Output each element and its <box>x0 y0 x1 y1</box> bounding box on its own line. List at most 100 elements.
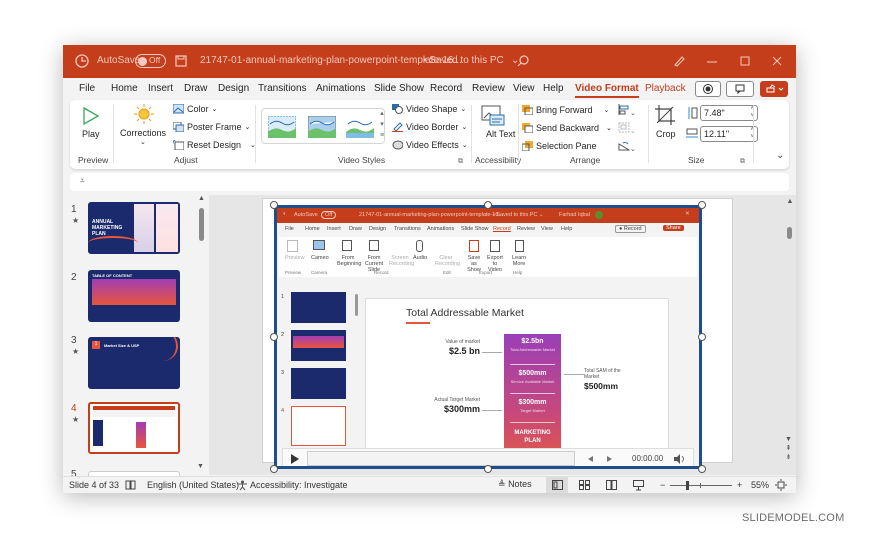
slide-nav-icons[interactable]: ▼ ⇞ ⇟ <box>785 435 792 462</box>
video-border-button[interactable]: Video Border ⌄ <box>392 122 467 132</box>
gallery-down-icon[interactable]: ▾ <box>378 119 386 130</box>
save-status[interactable]: • Saved to this PC <box>423 55 504 66</box>
share-button[interactable] <box>760 81 788 97</box>
maximize-icon[interactable] <box>740 56 750 66</box>
pen-icon[interactable] <box>673 55 685 67</box>
video-border-label: Video Border <box>406 122 459 132</box>
resize-handle[interactable] <box>484 465 492 473</box>
scroll-thumb[interactable] <box>787 227 792 239</box>
send-backward-button[interactable]: Send Backward ⌄ <box>522 123 612 133</box>
embedded-video-object[interactable]: ◐ AutoSave Off 21747-01-annual-marketing… <box>274 205 702 469</box>
tab-file[interactable]: File <box>79 83 95 94</box>
tab-help[interactable]: Help <box>543 83 564 94</box>
dialog-launcher-icon[interactable]: ⧉ <box>458 158 463 166</box>
tab-transitions[interactable]: Transitions <box>258 83 307 94</box>
resize-handle[interactable] <box>484 201 492 209</box>
tab-video-format[interactable]: Video Format <box>575 83 639 98</box>
alt-text-button[interactable]: Alt Text <box>480 105 515 151</box>
zoom-slider[interactable] <box>670 481 732 490</box>
shape-width-input[interactable]: 12.11"˄˅ <box>700 126 758 142</box>
slide-thumbnails-pane: 1 ★ ANNUAL MARKETING PLAN 2 TABLE OF CON… <box>63 195 209 493</box>
scroll-up-icon[interactable]: ▲ <box>197 195 206 202</box>
zoom-slider-thumb[interactable] <box>685 481 689 490</box>
tab-review[interactable]: Review <box>472 83 505 94</box>
color-button[interactable]: Color ⌄ <box>173 104 217 114</box>
reset-design-button[interactable]: Reset Design ⌄ <box>173 140 256 150</box>
dialog-launcher-icon[interactable]: ⧉ <box>740 158 745 166</box>
tab-slide-show[interactable]: Slide Show <box>374 83 424 94</box>
align-button[interactable]: ⌄ <box>618 104 636 117</box>
video-shape-button[interactable]: Video Shape ⌄ <box>392 104 466 114</box>
video-style-option[interactable] <box>268 116 296 138</box>
spelling-check-icon[interactable] <box>125 480 136 490</box>
video-effects-button[interactable]: Video Effects ⌄ <box>392 140 468 150</box>
poster-frame-button[interactable]: Poster Frame ⌄ <box>173 122 250 132</box>
resize-handle[interactable] <box>698 201 706 209</box>
video-style-option[interactable] <box>346 116 374 138</box>
search-icon[interactable] <box>517 55 529 67</box>
collapse-ribbon-icon[interactable]: ⌄ <box>776 150 784 161</box>
resize-handle[interactable] <box>270 465 278 473</box>
chevron-down-icon: ⌄ <box>211 106 218 113</box>
reading-view-icon[interactable] <box>606 480 617 490</box>
minimize-icon[interactable] <box>707 61 717 63</box>
zoom-in-button[interactable]: + <box>737 480 742 490</box>
accessibility-status[interactable]: Accessibility: Investigate <box>250 480 348 490</box>
group-objects-button[interactable]: ⌄ <box>618 122 636 135</box>
corrections-button[interactable]: Corrections ⌄ <box>120 104 166 150</box>
zoom-percentage[interactable]: 55% <box>751 480 769 490</box>
slide-thumbnail-2[interactable]: TABLE OF CONTENT <box>88 270 180 322</box>
record-button[interactable] <box>695 81 721 97</box>
selection-pane-button[interactable]: Selection Pane <box>522 141 597 151</box>
close-icon[interactable] <box>772 56 782 66</box>
tab-animations[interactable]: Animations <box>316 83 365 94</box>
slide-thumbnail-3[interactable]: 1 Market Size & USP <box>88 337 180 389</box>
bring-forward-button[interactable]: Bring Forward ⌄ <box>522 105 609 115</box>
tab-playback[interactable]: Playback <box>645 83 686 94</box>
gallery-more-icon[interactable]: ≡ <box>378 130 386 141</box>
tab-view[interactable]: View <box>513 83 535 94</box>
gallery-scroll[interactable]: ▴ ▾ ≡ <box>378 108 386 144</box>
tab-insert[interactable]: Insert <box>148 83 173 94</box>
video-style-option[interactable] <box>308 116 336 138</box>
media-play-icon[interactable] <box>290 453 300 465</box>
divider <box>648 105 649 163</box>
save-icon[interactable] <box>175 55 187 67</box>
comments-button[interactable] <box>726 81 754 97</box>
slide-show-icon[interactable] <box>633 480 644 491</box>
media-timeline[interactable] <box>307 451 575 466</box>
resize-handle[interactable] <box>270 333 278 341</box>
autosave-toggle[interactable]: Off <box>135 54 166 68</box>
crop-button[interactable]: Crop <box>654 104 680 148</box>
tab-draw[interactable]: Draw <box>184 83 207 94</box>
normal-view-button[interactable] <box>546 477 568 493</box>
resize-handle[interactable] <box>698 333 706 341</box>
accessibility-icon[interactable] <box>237 480 248 491</box>
notes-button[interactable]: ≜ Notes <box>498 479 532 490</box>
tab-design[interactable]: Design <box>218 83 249 94</box>
gallery-up-icon[interactable]: ▴ <box>378 108 386 119</box>
shape-height-input[interactable]: 7.48"˄˅ <box>700 105 758 121</box>
step-forward-icon[interactable] <box>606 455 614 463</box>
scroll-down-icon[interactable]: ▼ <box>197 463 204 470</box>
scroll-up-icon[interactable]: ▲ <box>785 198 795 205</box>
customize-toolbar-icon[interactable]: ⩡ <box>80 176 85 186</box>
slide-thumbnail-4-selected[interactable] <box>88 402 180 454</box>
play-button[interactable]: Play <box>80 106 104 146</box>
embedded-tab: Draw <box>349 226 362 232</box>
slide-thumbnail-1[interactable]: ANNUAL MARKETING PLAN <box>88 202 180 254</box>
slide-sorter-icon[interactable] <box>579 480 590 490</box>
resize-handle[interactable] <box>698 465 706 473</box>
rotate-button[interactable]: ⌄ <box>618 140 636 153</box>
step-back-icon[interactable] <box>586 455 594 463</box>
tab-record[interactable]: Record <box>430 83 462 94</box>
volume-icon[interactable] <box>673 454 687 464</box>
scroll-thumb[interactable] <box>199 208 204 241</box>
resize-handle[interactable] <box>270 201 278 209</box>
thumbnails-scrollbar[interactable]: ▲ ▼ <box>197 195 206 475</box>
tab-home[interactable]: Home <box>111 83 138 94</box>
vertical-scrollbar[interactable]: ▲ ▼ ⇞ ⇟ <box>785 195 795 475</box>
language-indicator[interactable]: English (United States) <box>147 480 239 490</box>
fit-to-window-icon[interactable] <box>775 479 787 491</box>
zoom-out-button[interactable]: − <box>660 480 665 490</box>
